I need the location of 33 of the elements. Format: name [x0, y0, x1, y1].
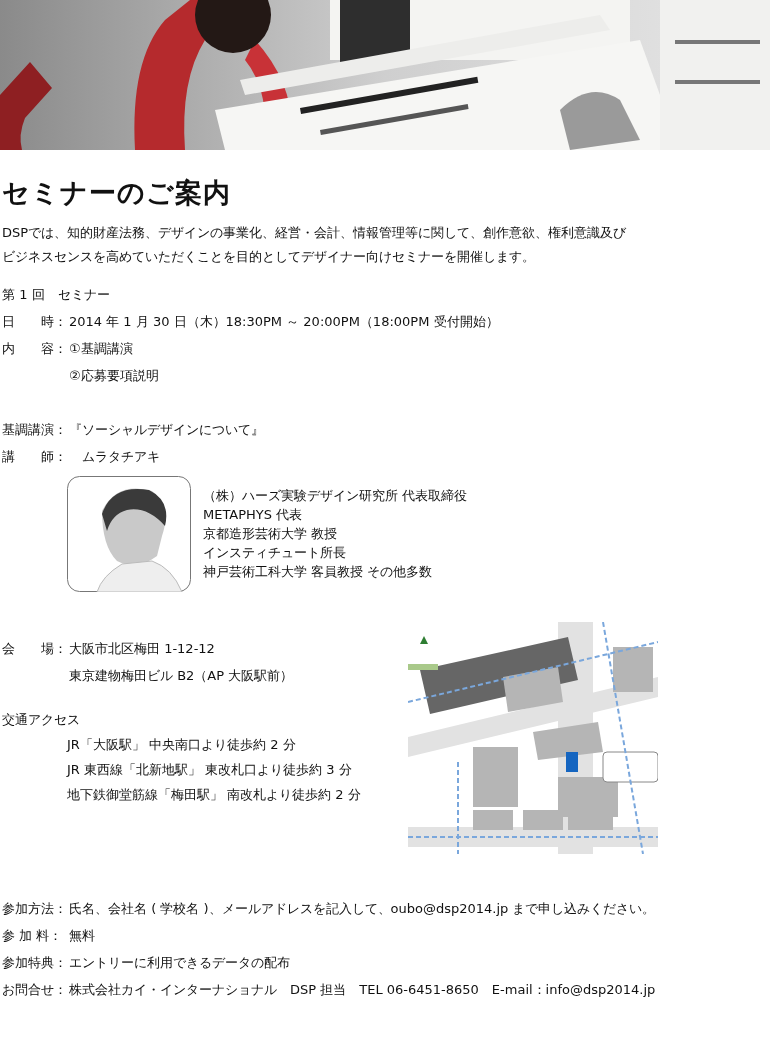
field-label: お問合せ： — [2, 981, 68, 999]
speaker-bio: 神戸芸術工科大学 客員教授 その他多数 — [203, 563, 434, 581]
field-value: 氏名、会社名 ( 学校名 )、メールアドレスを記入して、oubo@dsp2014.jp まで申し込みください。 — [69, 900, 656, 918]
intro-text: ビジネスセンスを高めていただくことを目的としてデザイナー向けセミナーを開催します。 — [2, 248, 536, 266]
field-value: エントリーに利用できるデータの配布 — [69, 954, 290, 972]
speaker-bio: （株）ハーズ実験デザイン研究所 代表取締役 — [203, 487, 468, 505]
field-label: 参加特典： — [2, 954, 68, 972]
field-value: 無料 — [69, 927, 95, 945]
field-value: ムラタチアキ — [81, 448, 160, 466]
field-label: 基調講演： — [2, 421, 68, 439]
access-text: 地下鉄御堂筋線「梅田駅」 南改札より徒歩約 2 分 — [67, 786, 362, 804]
access-text: JR 東西線「北新地駅」 東改札口より徒歩約 3 分 — [67, 761, 353, 779]
section-heading: 交通アクセス — [2, 711, 81, 729]
intro-text: DSPでは、知的財産法務、デザインの事業化、経営・会計、情報管理等に関して、創作意欲、権利意識及び — [2, 224, 628, 242]
speaker-bio: 京都造形芸術大学 教授 — [203, 525, 339, 543]
field-value: 東京建物梅田ビル B2（AP 大阪駅前） — [69, 667, 294, 685]
speaker-bio: METAPHYS 代表 — [203, 506, 304, 524]
field-value: 大阪市北区梅田 1-12-12 — [69, 640, 216, 658]
field-label: 日 時： — [2, 313, 68, 331]
field-label: 参 加 料： — [2, 927, 64, 945]
section-heading: 第 1 回 セミナー — [2, 286, 111, 304]
field-label: 会 場： — [2, 640, 68, 658]
field-label: 講 師： — [2, 448, 68, 466]
field-value: ②応募要項説明 — [69, 367, 159, 385]
field-value: 『ソーシャルデザインについて』 — [69, 421, 264, 439]
field-value: 株式会社カイ・インターナショナル DSP 担当 TEL 06-6451-8650 E-mail：info@dsp2014.jp — [69, 981, 656, 999]
field-value: ①基調講演 — [69, 340, 134, 358]
speaker-bio: インスティチュート所長 — [203, 544, 347, 562]
field-label: 内 容： — [2, 340, 68, 358]
field-value: 2014 年 1 月 30 日（木）18:30PM ～ 20:00PM（18:00PM 受付開始） — [69, 313, 499, 331]
page-title: セミナーのご案内 — [2, 176, 232, 210]
access-text: JR「大阪駅」 中央南口より徒歩約 2 分 — [67, 736, 297, 754]
field-label: 参加方法： — [2, 900, 68, 918]
